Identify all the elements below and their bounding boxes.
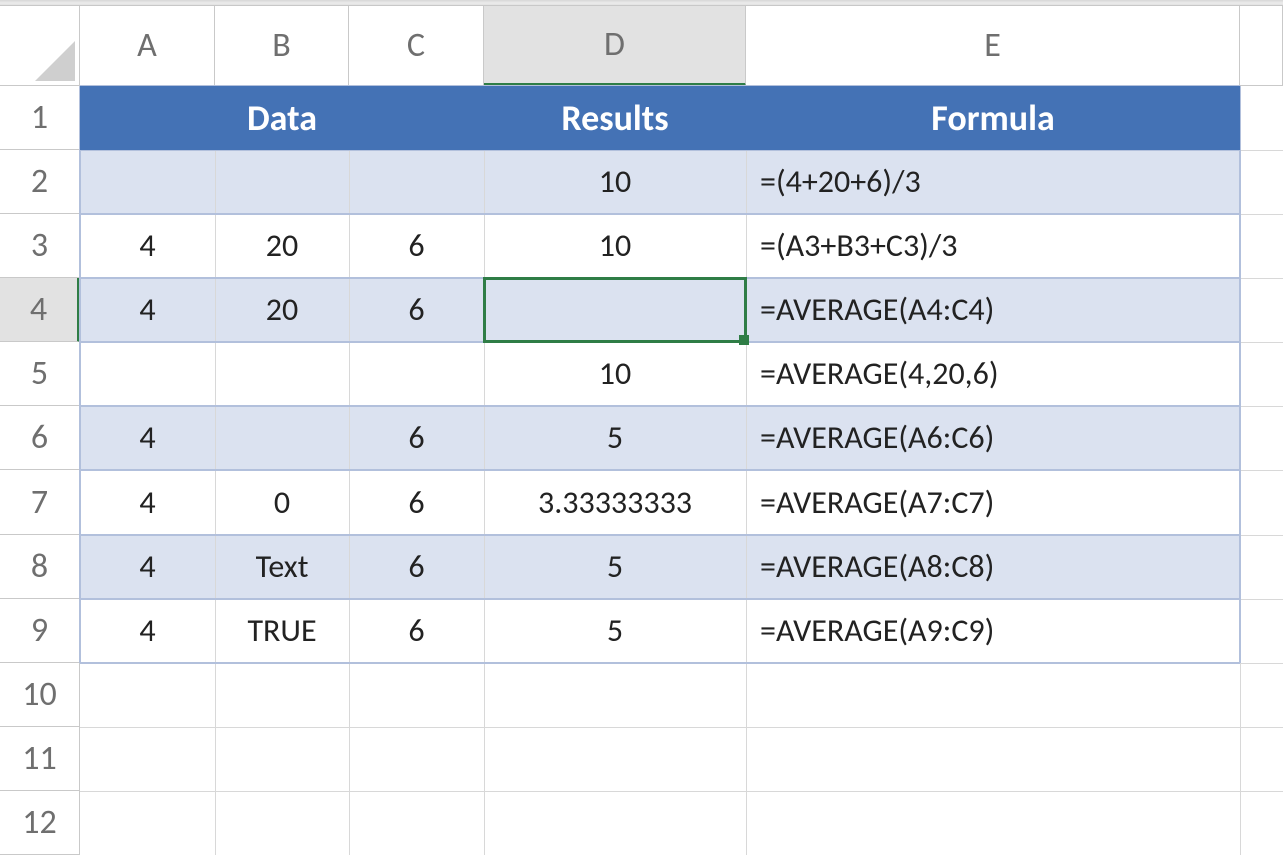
cell-D6[interactable]: 5 [484, 406, 746, 470]
row-header-11[interactable]: 11 [0, 727, 80, 791]
row-header-10[interactable]: 10 [0, 663, 80, 727]
cell-A6[interactable]: 4 [80, 406, 215, 470]
spreadsheet: ABCDE 123456789101112 DataResultsFormula… [0, 0, 1283, 855]
column-header-C[interactable]: C [349, 6, 484, 86]
cell-C8[interactable]: 6 [349, 535, 484, 599]
gridline [80, 791, 1283, 792]
cell-A8[interactable]: 4 [80, 535, 215, 599]
cell-B7[interactable]: 0 [215, 470, 349, 535]
cell-E3[interactable]: =(A3+B3+C3)/3 [746, 214, 1240, 278]
cell-B4[interactable]: 20 [215, 278, 349, 342]
cell-C7[interactable]: 6 [349, 470, 484, 535]
cell-C4[interactable]: 6 [349, 278, 484, 342]
cell-B3[interactable]: 20 [215, 214, 349, 278]
cell-C6[interactable]: 6 [349, 406, 484, 470]
row-header-1[interactable]: 1 [0, 86, 80, 150]
row-header-9[interactable]: 9 [0, 599, 80, 663]
cell-D2[interactable]: 10 [484, 150, 746, 214]
cell-C5[interactable] [349, 342, 484, 406]
column-header-F[interactable] [1240, 6, 1283, 86]
row-headers: 123456789101112 [0, 86, 80, 855]
cell-C9[interactable]: 6 [349, 599, 484, 663]
cell-E8[interactable]: =AVERAGE(A8:C8) [746, 535, 1240, 599]
cell-D8[interactable]: 5 [484, 535, 746, 599]
cell-E6[interactable]: =AVERAGE(A6:C6) [746, 406, 1240, 470]
cell-B6[interactable] [215, 406, 349, 470]
column-header-B[interactable]: B [215, 6, 349, 86]
select-all-corner[interactable] [0, 6, 80, 86]
row-header-7[interactable]: 7 [0, 470, 80, 535]
cell-E9[interactable]: =AVERAGE(A9:C9) [746, 599, 1240, 663]
cell-D5[interactable]: 10 [484, 342, 746, 406]
cell-B5[interactable] [215, 342, 349, 406]
column-header-A[interactable]: A [80, 6, 215, 86]
cell-A4[interactable]: 4 [80, 278, 215, 342]
cell-D4[interactable] [484, 278, 746, 342]
cell-D7[interactable]: 3.33333333 [484, 470, 746, 535]
row-header-5[interactable]: 5 [0, 342, 80, 406]
cell-B8[interactable]: Text [215, 535, 349, 599]
cell-E5[interactable]: =AVERAGE(4,20,6) [746, 342, 1240, 406]
row-header-2[interactable]: 2 [0, 150, 80, 214]
cell-D9[interactable]: 5 [484, 599, 746, 663]
cell-B9[interactable]: TRUE [215, 599, 349, 663]
cell-C3[interactable]: 6 [349, 214, 484, 278]
cell-A5[interactable] [80, 342, 215, 406]
cell-B2[interactable] [215, 150, 349, 214]
row-header-8[interactable]: 8 [0, 535, 80, 599]
column-headers: ABCDE [80, 6, 1283, 86]
table-header-results[interactable]: Results [484, 86, 746, 150]
select-all-triangle-icon [35, 41, 75, 81]
table-header-formula[interactable]: Formula [746, 86, 1240, 150]
cell-A7[interactable]: 4 [80, 470, 215, 535]
column-header-E[interactable]: E [746, 6, 1240, 86]
table-header-data[interactable]: Data [80, 86, 484, 150]
row-header-4[interactable]: 4 [0, 278, 80, 342]
cell-E2[interactable]: =(4+20+6)/3 [746, 150, 1240, 214]
cell-D3[interactable]: 10 [484, 214, 746, 278]
cell-E7[interactable]: =AVERAGE(A7:C7) [746, 470, 1240, 535]
cell-A2[interactable] [80, 150, 215, 214]
cell-E4[interactable]: =AVERAGE(A4:C4) [746, 278, 1240, 342]
cell-grid[interactable]: DataResultsFormula10=(4+20+6)/3420610=(A… [80, 86, 1283, 855]
cell-C2[interactable] [349, 150, 484, 214]
cell-A3[interactable]: 4 [80, 214, 215, 278]
row-header-12[interactable]: 12 [0, 791, 80, 855]
column-header-D[interactable]: D [484, 6, 746, 86]
row-header-6[interactable]: 6 [0, 406, 80, 470]
cell-A9[interactable]: 4 [80, 599, 215, 663]
row-header-3[interactable]: 3 [0, 214, 80, 278]
gridline [80, 727, 1283, 728]
